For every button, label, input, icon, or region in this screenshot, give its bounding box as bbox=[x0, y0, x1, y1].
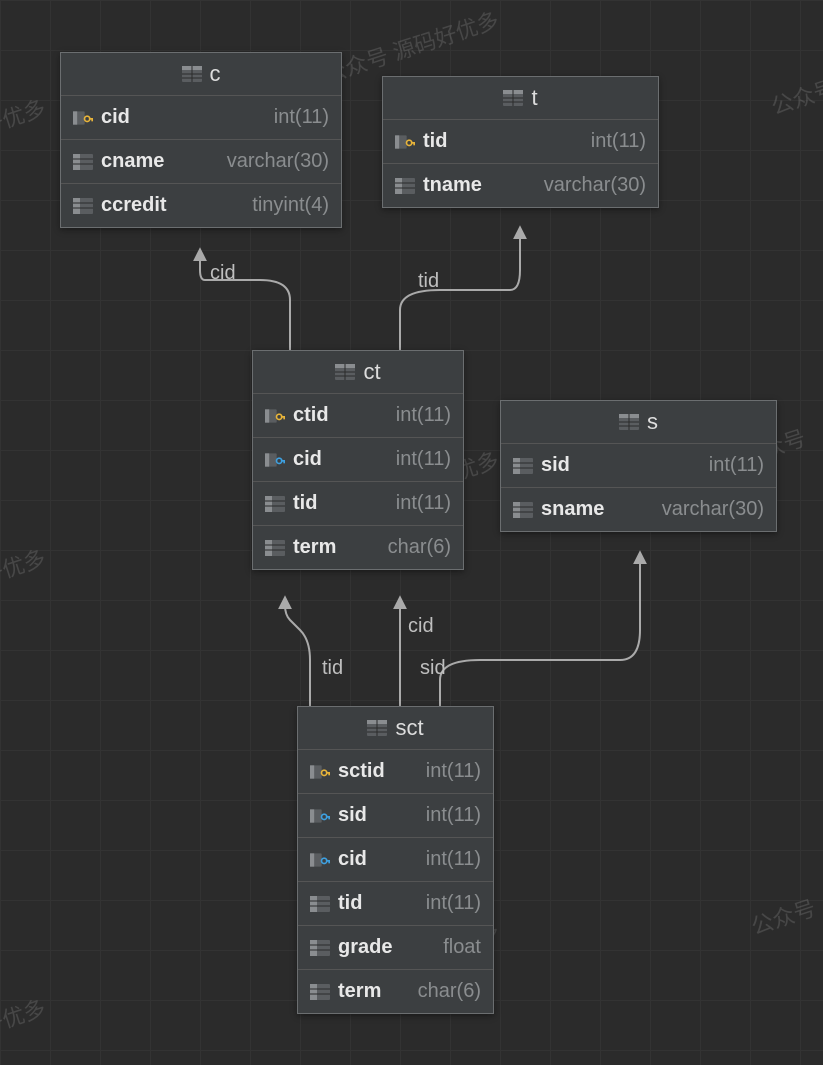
column-type: char(6) bbox=[418, 980, 481, 1003]
table-icon bbox=[367, 720, 387, 736]
column-name: ctid bbox=[293, 404, 329, 427]
column-type: tinyint(4) bbox=[252, 194, 329, 217]
column-name: tid bbox=[423, 130, 447, 153]
column-name: sid bbox=[541, 454, 570, 477]
column-type: varchar(30) bbox=[227, 150, 329, 173]
column-s-sname[interactable]: sname varchar(30) bbox=[501, 487, 776, 531]
column-type: int(11) bbox=[426, 848, 481, 871]
table-sct-name: sct bbox=[395, 715, 423, 741]
table-s-name: s bbox=[647, 409, 658, 435]
column-icon bbox=[310, 984, 330, 1000]
table-t-name: t bbox=[531, 85, 537, 111]
column-type: int(11) bbox=[426, 760, 481, 783]
table-c-title: c bbox=[61, 53, 341, 96]
column-sct-sid[interactable]: sid int(11) bbox=[298, 793, 493, 837]
column-name: grade bbox=[338, 936, 392, 959]
primary-key-icon bbox=[310, 764, 330, 780]
column-type: int(11) bbox=[396, 404, 451, 427]
column-c-cid[interactable]: cid int(11) bbox=[61, 96, 341, 139]
column-ct-term[interactable]: term char(6) bbox=[253, 525, 463, 569]
column-name: tid bbox=[293, 492, 317, 515]
column-ct-cid[interactable]: cid int(11) bbox=[253, 437, 463, 481]
column-sct-sctid[interactable]: sctid int(11) bbox=[298, 750, 493, 793]
column-icon bbox=[265, 540, 285, 556]
table-ct[interactable]: ct ctid int(11) cid int(11) tid int(11) … bbox=[252, 350, 464, 570]
column-type: int(11) bbox=[396, 492, 451, 515]
column-icon bbox=[73, 154, 93, 170]
column-name: ccredit bbox=[101, 194, 167, 217]
column-sct-term[interactable]: term char(6) bbox=[298, 969, 493, 1013]
primary-key-icon bbox=[395, 134, 415, 150]
column-type: int(11) bbox=[426, 804, 481, 827]
table-s[interactable]: s sid int(11) sname varchar(30) bbox=[500, 400, 777, 532]
table-icon bbox=[503, 90, 523, 106]
column-icon bbox=[513, 502, 533, 518]
column-icon bbox=[265, 496, 285, 512]
column-type: float bbox=[443, 936, 481, 959]
column-sct-tid[interactable]: tid int(11) bbox=[298, 881, 493, 925]
column-name: cid bbox=[101, 106, 130, 129]
column-icon bbox=[513, 458, 533, 474]
column-s-sid[interactable]: sid int(11) bbox=[501, 444, 776, 487]
table-ct-title: ct bbox=[253, 351, 463, 394]
table-ct-name: ct bbox=[363, 359, 380, 385]
table-sct[interactable]: sct sctid int(11) sid int(11) cid int(11… bbox=[297, 706, 494, 1014]
column-type: int(11) bbox=[274, 106, 329, 129]
column-icon bbox=[73, 198, 93, 214]
foreign-key-icon bbox=[265, 452, 285, 468]
foreign-key-icon bbox=[310, 808, 330, 824]
column-ct-tid[interactable]: tid int(11) bbox=[253, 481, 463, 525]
column-name: term bbox=[338, 980, 381, 1003]
column-name: cid bbox=[338, 848, 367, 871]
column-type: int(11) bbox=[591, 130, 646, 153]
table-c[interactable]: c cid int(11) cname varchar(30) ccredit … bbox=[60, 52, 342, 228]
column-name: tid bbox=[338, 892, 362, 915]
column-type: int(11) bbox=[426, 892, 481, 915]
column-type: varchar(30) bbox=[662, 498, 764, 521]
table-t[interactable]: t tid int(11) tname varchar(30) bbox=[382, 76, 659, 208]
table-s-title: s bbox=[501, 401, 776, 444]
column-t-tname[interactable]: tname varchar(30) bbox=[383, 163, 658, 207]
column-type: int(11) bbox=[396, 448, 451, 471]
table-icon bbox=[619, 414, 639, 430]
column-type: varchar(30) bbox=[544, 174, 646, 197]
column-icon bbox=[310, 940, 330, 956]
column-sct-grade[interactable]: grade float bbox=[298, 925, 493, 969]
column-name: tname bbox=[423, 174, 482, 197]
table-icon bbox=[335, 364, 355, 380]
table-c-name: c bbox=[210, 61, 221, 87]
column-t-tid[interactable]: tid int(11) bbox=[383, 120, 658, 163]
foreign-key-icon bbox=[310, 852, 330, 868]
column-name: sname bbox=[541, 498, 604, 521]
column-name: cname bbox=[101, 150, 164, 173]
column-name: sctid bbox=[338, 760, 385, 783]
column-name: cid bbox=[293, 448, 322, 471]
column-c-ccredit[interactable]: ccredit tinyint(4) bbox=[61, 183, 341, 227]
primary-key-icon bbox=[73, 110, 93, 126]
column-c-cname[interactable]: cname varchar(30) bbox=[61, 139, 341, 183]
column-name: term bbox=[293, 536, 336, 559]
column-type: int(11) bbox=[709, 454, 764, 477]
primary-key-icon bbox=[265, 408, 285, 424]
column-icon bbox=[395, 178, 415, 194]
table-sct-title: sct bbox=[298, 707, 493, 750]
column-type: char(6) bbox=[388, 536, 451, 559]
column-ct-ctid[interactable]: ctid int(11) bbox=[253, 394, 463, 437]
table-t-title: t bbox=[383, 77, 658, 120]
column-sct-cid[interactable]: cid int(11) bbox=[298, 837, 493, 881]
column-name: sid bbox=[338, 804, 367, 827]
column-icon bbox=[310, 896, 330, 912]
table-icon bbox=[182, 66, 202, 82]
